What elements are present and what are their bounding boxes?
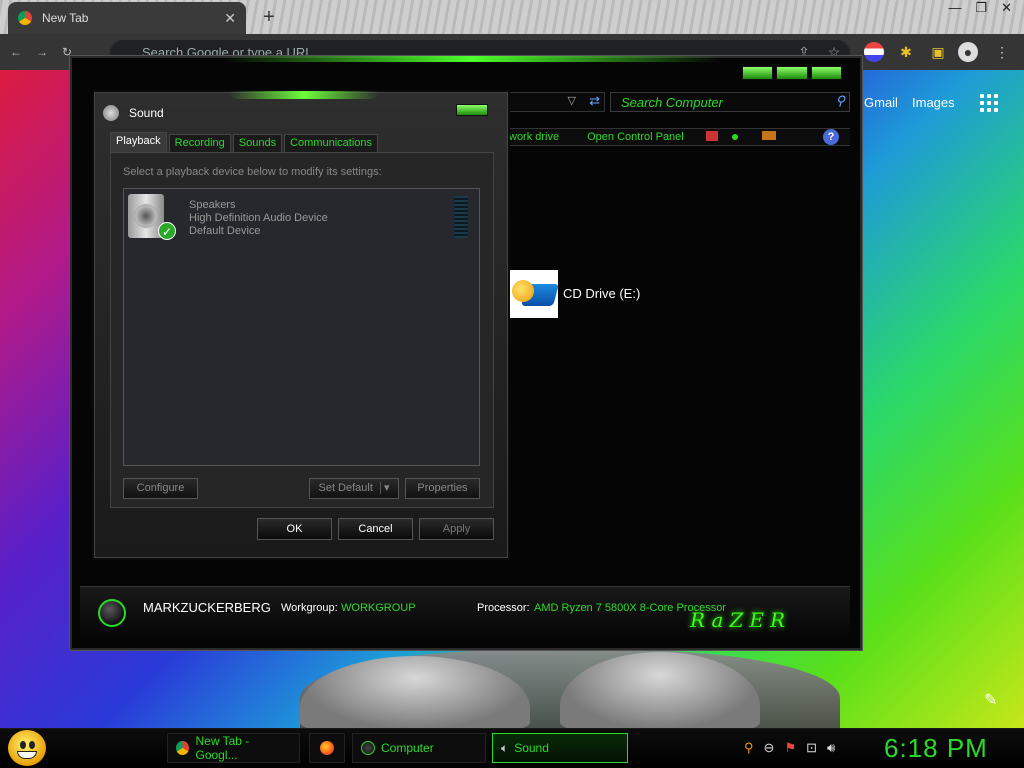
- speaker-icon: 🔈︎: [501, 740, 509, 755]
- account-avatar-icon[interactable]: ●: [958, 42, 978, 62]
- cd-drive-icon[interactable]: [510, 270, 558, 318]
- set-default-label: Set Default: [318, 482, 373, 494]
- tab-playback[interactable]: Playback: [110, 132, 167, 152]
- set-default-button[interactable]: Set Default ▾: [309, 478, 399, 499]
- dialog-title: Sound: [129, 106, 164, 120]
- taskbar-item-label: Computer: [381, 741, 434, 755]
- cd-drive-label[interactable]: CD Drive (E:): [563, 286, 640, 301]
- close-tab-icon[interactable]: ✕: [224, 10, 236, 27]
- taskbar-item-computer[interactable]: Computer: [352, 733, 486, 763]
- search-computer-input[interactable]: Search Computer ⚲: [610, 92, 850, 112]
- chrome-icon: [18, 11, 32, 25]
- dropdown-arrow-icon[interactable]: ▽: [568, 94, 576, 107]
- apps-grid-icon[interactable]: [980, 94, 1000, 112]
- device-status: Default Device: [189, 225, 261, 237]
- menu-dots-icon[interactable]: ⋮: [992, 42, 1012, 62]
- razer-logo: RaZER: [690, 608, 791, 632]
- dialog-close-button[interactable]: [456, 104, 488, 116]
- volume-level-meter: [454, 196, 468, 238]
- taskbar-item-sound[interactable]: 🔈︎ Sound: [492, 733, 628, 763]
- start-button-smiley-icon[interactable]: [8, 730, 46, 766]
- restore-button[interactable]: ❐: [975, 0, 987, 18]
- firefox-icon: [320, 741, 334, 755]
- close-window-button[interactable]: ✕: [1001, 0, 1012, 18]
- browser-tab[interactable]: New Tab ✕: [8, 2, 246, 34]
- tab-sounds[interactable]: Sounds: [232, 134, 283, 152]
- new-tab-button[interactable]: +: [258, 6, 280, 28]
- flag-icon[interactable]: ⚑: [784, 740, 796, 756]
- tab-recording[interactable]: Recording: [168, 134, 231, 152]
- taskbar-item-chrome[interactable]: New Tab - Googl...: [167, 733, 300, 763]
- device-list[interactable]: [123, 188, 480, 466]
- back-icon[interactable]: ←: [10, 45, 22, 59]
- computer-window-controls: [742, 66, 842, 80]
- search-icon: ⚲: [835, 93, 845, 108]
- speaker-icon: [103, 105, 119, 121]
- search-icon[interactable]: ⚲: [744, 740, 754, 756]
- apply-button[interactable]: Apply: [419, 518, 494, 540]
- workgroup-label: Workgroup:: [281, 602, 338, 614]
- volume-icon[interactable]: 🔊︎: [827, 740, 835, 756]
- preview-pane-icon[interactable]: [731, 134, 738, 140]
- dialog-tabs: Playback Recording Sounds Communications: [110, 132, 379, 152]
- command-bar: work drive Open Control Panel: [505, 128, 850, 146]
- network-icon[interactable]: ⊡: [806, 740, 817, 756]
- properties-button[interactable]: Properties: [405, 478, 480, 499]
- device-description: High Definition Audio Device: [189, 212, 328, 224]
- computer-maximize-button[interactable]: [776, 66, 808, 80]
- map-network-drive-button[interactable]: work drive: [509, 131, 559, 143]
- configure-button[interactable]: Configure: [123, 478, 198, 499]
- help-icon[interactable]: ?: [823, 129, 839, 145]
- cancel-button[interactable]: Cancel: [338, 518, 413, 540]
- taskbar-item-label: Sound: [514, 741, 549, 755]
- chrome-icon: [176, 741, 190, 755]
- default-check-icon: ✓: [158, 222, 176, 240]
- edit-pencil-icon[interactable]: ✎: [984, 690, 997, 710]
- pc-name: MARKZUCKERBERG: [143, 600, 271, 615]
- minus-circle-icon[interactable]: ⊖: [764, 740, 775, 756]
- set-default-dropdown-icon[interactable]: ▾: [379, 482, 390, 494]
- images-link[interactable]: Images: [912, 95, 955, 110]
- search-placeholder: Search Computer: [621, 95, 723, 110]
- computer-close-button[interactable]: [810, 66, 842, 80]
- profile-flag-icon[interactable]: [864, 42, 884, 62]
- workgroup-value: WORKGROUP: [341, 602, 416, 614]
- open-control-panel-button[interactable]: Open Control Panel: [587, 131, 684, 143]
- extensions-icon[interactable]: ✱: [896, 42, 916, 62]
- tab-communications[interactable]: Communications: [284, 134, 379, 152]
- refresh-arrows-icon[interactable]: ⇄: [589, 93, 600, 109]
- view-icon[interactable]: [705, 131, 718, 141]
- forward-icon[interactable]: →: [36, 45, 48, 59]
- speakers-device-icon[interactable]: ✓: [128, 194, 176, 240]
- layout-icon[interactable]: [761, 131, 776, 140]
- minimize-button[interactable]: —: [948, 0, 961, 18]
- device-name[interactable]: Speakers: [189, 199, 235, 211]
- address-bar[interactable]: ▽ ⇄: [505, 92, 605, 112]
- taskbar-item-firefox[interactable]: [309, 733, 345, 763]
- ok-button[interactable]: OK: [257, 518, 332, 540]
- window-controls: — ❐ ✕: [936, 0, 1024, 18]
- computer-icon: [361, 741, 375, 755]
- browser-tab-title: New Tab: [42, 11, 89, 25]
- computer-orb-icon: [98, 599, 126, 627]
- playback-hint: Select a playback device below to modify…: [123, 166, 382, 178]
- system-tray: ⚲ ⊖ ⚑ ⊡ 🔊︎: [744, 740, 835, 756]
- sidebar-icon[interactable]: ▣: [928, 42, 948, 62]
- computer-minimize-button[interactable]: [742, 66, 774, 80]
- gmail-link[interactable]: Gmail: [864, 95, 898, 110]
- taskbar-clock[interactable]: 6:18 PM: [884, 733, 988, 764]
- processor-label: Processor:: [477, 602, 530, 614]
- taskbar-item-label: New Tab - Googl...: [195, 734, 250, 762]
